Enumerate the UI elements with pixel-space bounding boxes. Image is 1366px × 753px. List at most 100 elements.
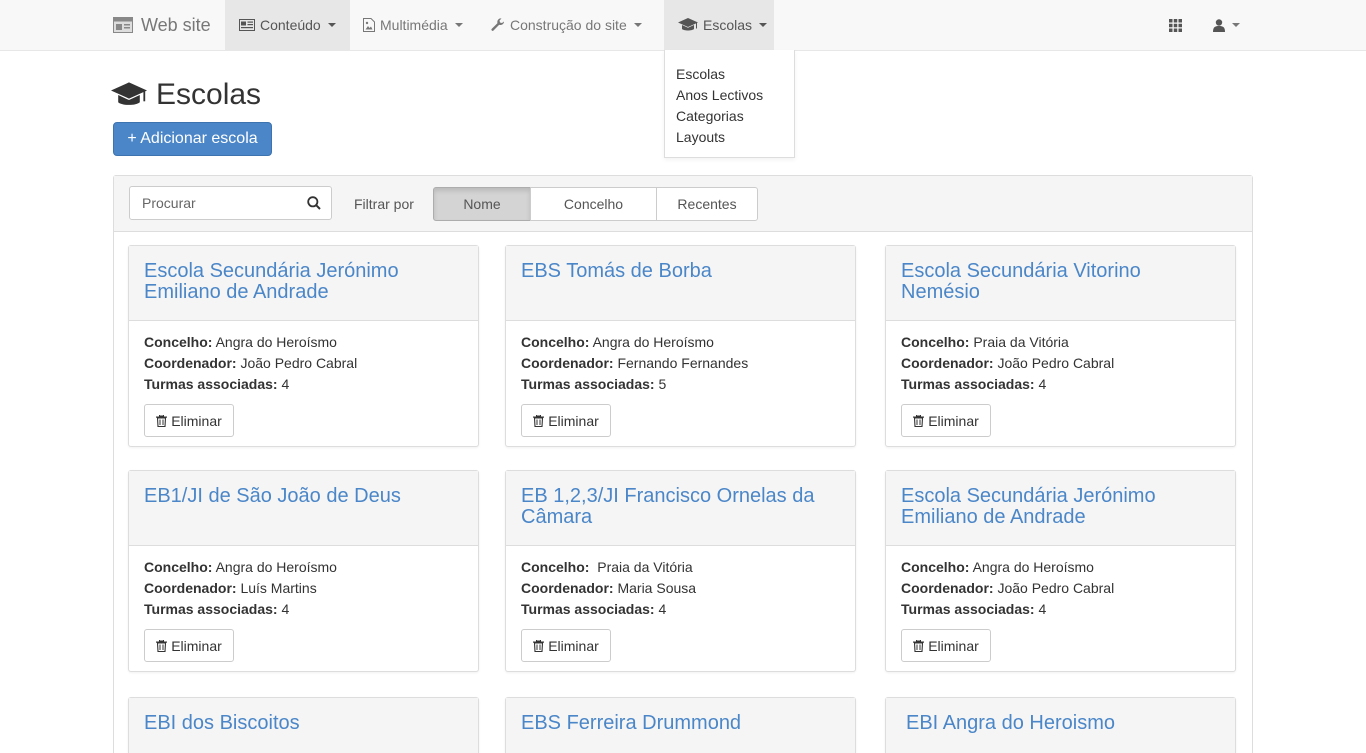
concelho-value: Praia da Vitória: [973, 334, 1069, 350]
nav-multimedia-label: Multimédia: [380, 17, 448, 33]
caret-down-icon: [327, 23, 336, 27]
concelho-row: Concelho: Angra do Heroísmo: [144, 332, 463, 353]
school-name-link[interactable]: Escola Secundária Jerónimo Emiliano de A…: [144, 261, 463, 303]
top-navbar: Web site Conteúdo Multimédia Construção …: [0, 0, 1366, 51]
search-input[interactable]: [130, 187, 300, 219]
card-header: Escola Secundária Vitorino Nemésio: [886, 246, 1235, 321]
delete-school-button[interactable]: Eliminar: [901, 629, 991, 662]
caret-down-icon: [454, 23, 463, 27]
turmas-value: 4: [281, 601, 290, 617]
image-icon: [363, 18, 375, 32]
coordenador-label: Coordenador:: [901, 355, 994, 371]
dropdown-item-layouts[interactable]: Layouts: [676, 127, 794, 148]
school-name-link[interactable]: EBS Ferreira Drummond: [521, 713, 840, 734]
graduation-cap-icon: [111, 82, 147, 108]
filter-concelho-button[interactable]: Concelho: [530, 187, 657, 221]
school-name-link[interactable]: EBS Tomás de Borba: [521, 261, 840, 282]
grid-icon: [1169, 18, 1182, 32]
concelho-row: Concelho: Praia da Vitória: [901, 332, 1220, 353]
card-body: Concelho: Praia da Vitória Coordenador: …: [886, 321, 1235, 437]
dropdown-item-categorias[interactable]: Categorias: [676, 106, 794, 127]
dropdown-item-anos-lectivos[interactable]: Anos Lectivos: [676, 85, 794, 106]
trash-icon: [533, 414, 545, 427]
school-name-link[interactable]: EBI Angra do Heroismo: [906, 713, 1220, 734]
concelho-row: Concelho: Praia da Vitória: [521, 557, 840, 578]
filter-nome-button[interactable]: Nome: [433, 187, 531, 221]
concelho-label: Concelho:: [521, 559, 590, 575]
school-card: Escola Secundária Vitorino Nemésio Conce…: [885, 245, 1236, 447]
card-header: EB 1,2,3/JI Francisco Ornelas da Câmara: [506, 471, 855, 546]
coordenador-label: Coordenador:: [144, 355, 237, 371]
coordenador-row: Coordenador: João Pedro Cabral: [144, 353, 463, 374]
delete-school-button[interactable]: Eliminar: [144, 404, 234, 437]
delete-school-button[interactable]: Eliminar: [901, 404, 991, 437]
turmas-value: 4: [281, 376, 290, 392]
school-card: EBI Angra do Heroismo: [885, 697, 1236, 753]
card-header: EBI dos Biscoitos: [129, 698, 478, 753]
add-school-button[interactable]: + Adicionar escola: [113, 122, 272, 156]
delete-school-button[interactable]: Eliminar: [144, 629, 234, 662]
nav-construcao[interactable]: Construção do site: [477, 0, 656, 50]
brand-link[interactable]: Web site: [113, 0, 211, 50]
school-name-link[interactable]: Escola Secundária Vitorino Nemésio: [901, 261, 1220, 303]
school-card: EBS Tomás de Borba Concelho: Angra do He…: [505, 245, 856, 447]
search-icon[interactable]: [307, 196, 321, 215]
coordenador-value: Fernando Fernandes: [617, 355, 749, 371]
filter-recentes-button[interactable]: Recentes: [656, 187, 758, 221]
nav-escolas[interactable]: Escolas: [664, 0, 774, 50]
turmas-row: Turmas associadas: 4: [521, 599, 840, 620]
turmas-label: Turmas associadas:: [521, 601, 655, 617]
nav-construcao-label: Construção do site: [510, 17, 627, 33]
filter-label: Filtrar por: [354, 196, 414, 212]
coordenador-label: Coordenador:: [144, 580, 237, 596]
delete-school-button[interactable]: Eliminar: [521, 629, 611, 662]
user-menu[interactable]: [1199, 0, 1254, 50]
concelho-label: Concelho:: [144, 334, 213, 350]
nav-multimedia[interactable]: Multimédia: [349, 0, 477, 50]
card-body: Concelho: Praia da Vitória Coordenador: …: [506, 546, 855, 662]
school-name-link[interactable]: EB1/JI de São João de Deus: [144, 486, 463, 507]
coordenador-row: Coordenador: João Pedro Cabral: [901, 353, 1220, 374]
coordenador-value: Luís Martins: [240, 580, 317, 596]
coordenador-value: Maria Sousa: [617, 580, 697, 596]
search-box: [129, 186, 332, 220]
school-card: EB1/JI de São João de Deus Concelho: Ang…: [128, 470, 479, 672]
concelho-value: Angra do Heroísmo: [215, 559, 337, 575]
coordenador-row: Coordenador: Fernando Fernandes: [521, 353, 840, 374]
card-body: Concelho: Angra do Heroísmo Coordenador:…: [506, 321, 855, 437]
wrench-icon: [491, 18, 505, 32]
card-body: Concelho: Angra do Heroísmo Coordenador:…: [129, 321, 478, 437]
coordenador-label: Coordenador:: [521, 580, 614, 596]
delete-label: Eliminar: [548, 412, 599, 429]
school-name-link[interactable]: EB 1,2,3/JI Francisco Ornelas da Câmara: [521, 486, 840, 528]
school-name-link[interactable]: Escola Secundária Jerónimo Emiliano de A…: [901, 486, 1220, 528]
card-body: Concelho: Angra do Heroísmo Coordenador:…: [129, 546, 478, 662]
turmas-label: Turmas associadas:: [144, 601, 278, 617]
nav-conteudo[interactable]: Conteúdo: [225, 0, 350, 50]
delete-label: Eliminar: [928, 637, 979, 654]
filter-bar: Filtrar por Nome Concelho Recentes: [114, 176, 1252, 232]
school-name-link[interactable]: EBI dos Biscoitos: [144, 713, 463, 734]
concelho-value: Angra do Heroísmo: [972, 559, 1094, 575]
turmas-value: 5: [658, 376, 667, 392]
newspaper-icon: [239, 19, 255, 31]
dropdown-item-escolas[interactable]: Escolas: [676, 64, 794, 85]
trash-icon: [913, 414, 925, 427]
filter-button-group: Nome Concelho Recentes: [433, 187, 758, 221]
coordenador-value: João Pedro Cabral: [997, 580, 1115, 596]
apps-menu[interactable]: [1155, 0, 1196, 50]
concelho-row: Concelho: Angra do Heroísmo: [901, 557, 1220, 578]
concelho-value: Angra do Heroísmo: [215, 334, 337, 350]
coordenador-row: Coordenador: João Pedro Cabral: [901, 578, 1220, 599]
delete-label: Eliminar: [928, 412, 979, 429]
concelho-label: Concelho:: [521, 334, 590, 350]
school-card: EB 1,2,3/JI Francisco Ornelas da Câmara …: [505, 470, 856, 672]
concelho-label: Concelho:: [901, 559, 970, 575]
caret-down-icon: [633, 23, 642, 27]
delete-school-button[interactable]: Eliminar: [521, 404, 611, 437]
user-icon: [1213, 18, 1225, 32]
concelho-label: Concelho:: [901, 334, 970, 350]
brand-label: Web site: [141, 14, 211, 35]
coordenador-value: João Pedro Cabral: [997, 355, 1115, 371]
card-header: Escola Secundária Jerónimo Emiliano de A…: [886, 471, 1235, 546]
